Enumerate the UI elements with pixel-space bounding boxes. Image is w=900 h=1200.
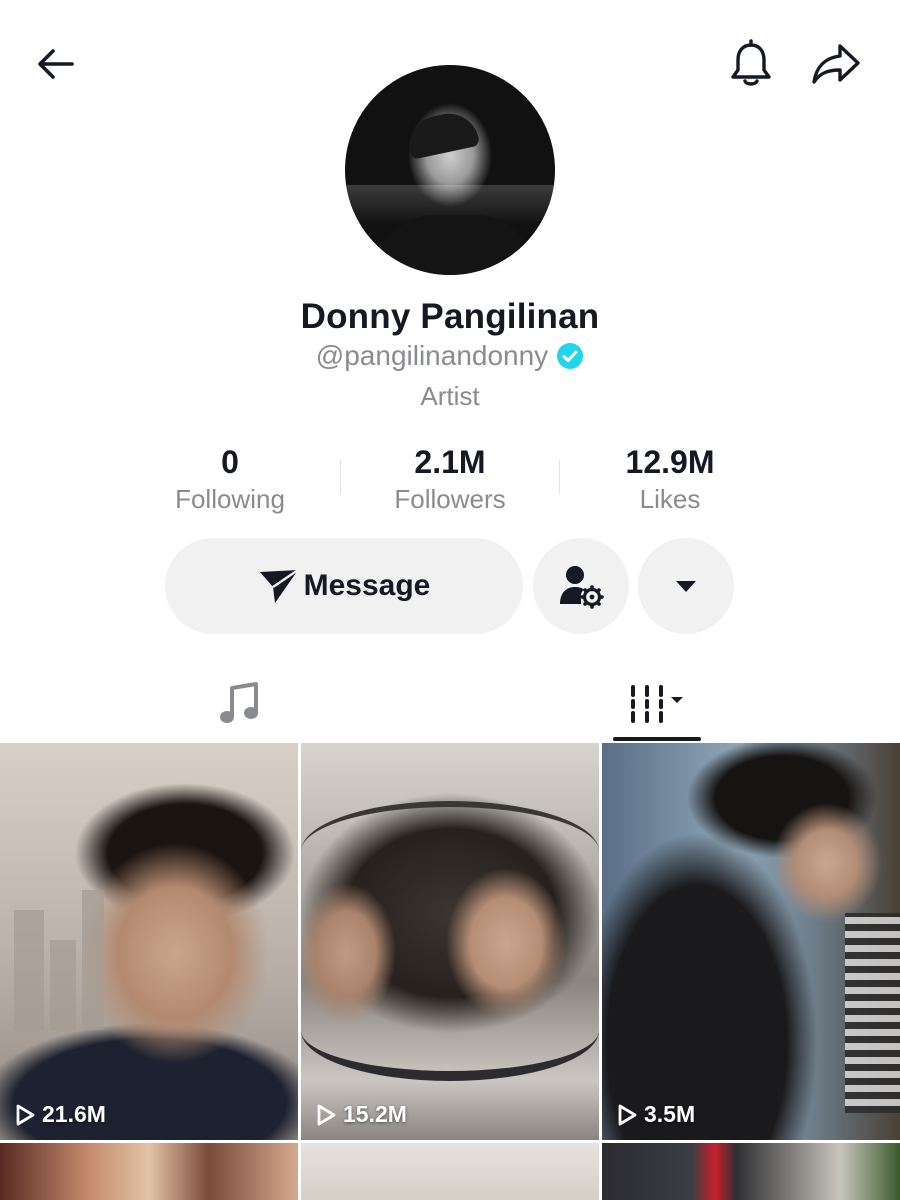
stat-divider — [559, 460, 560, 494]
profile-bio: Artist — [420, 381, 480, 411]
following-stat[interactable]: 0 Following — [130, 443, 330, 517]
video-grid: 21.6M 15.2M 3.5M — [0, 743, 900, 1200]
followers-label: Followers — [394, 484, 506, 514]
following-label: Following — [175, 484, 285, 514]
bell-icon — [731, 39, 771, 86]
more-dropdown-button[interactable] — [638, 538, 734, 634]
video-thumbnail[interactable]: 15.2M — [301, 743, 599, 1140]
back-arrow-icon — [38, 49, 74, 79]
thumbnail-building — [50, 940, 76, 1030]
notifications-button[interactable] — [725, 38, 777, 90]
back-button[interactable] — [30, 38, 82, 90]
avatar-hair — [403, 108, 481, 160]
tab-videos[interactable] — [612, 668, 702, 738]
share-arrow-icon — [812, 44, 860, 84]
video-thumbnail-partial[interactable] — [0, 1143, 298, 1200]
view-count: 15.2M — [315, 1101, 407, 1128]
followers-stat[interactable]: 2.1M Followers — [350, 443, 550, 517]
video-thumbnail[interactable]: 21.6M — [0, 743, 298, 1140]
video-thumbnail-partial[interactable] — [301, 1143, 599, 1200]
thumbnail-building — [82, 890, 104, 1030]
send-icon — [259, 569, 299, 603]
view-count: 3.5M — [616, 1101, 695, 1128]
video-thumbnail[interactable]: 3.5M — [602, 743, 900, 1140]
caret-down-icon — [676, 581, 696, 592]
verified-badge-icon — [557, 343, 584, 369]
view-count-text: 21.6M — [42, 1101, 106, 1127]
profile-name: Donny Pangilinan — [300, 297, 600, 336]
music-note-icon — [220, 682, 258, 723]
message-label: Message — [303, 569, 431, 602]
grid-filter-icon — [631, 685, 683, 723]
active-tab-indicator — [613, 737, 701, 741]
likes-stat[interactable]: 12.9M Likes — [570, 443, 770, 517]
view-count-text: 3.5M — [644, 1101, 696, 1127]
likes-label: Likes — [639, 484, 701, 514]
likes-count: 12.9M — [625, 444, 715, 480]
video-thumbnail-partial[interactable] — [602, 1143, 900, 1200]
view-count: 21.6M — [14, 1101, 106, 1128]
thumbnail-mirror — [301, 801, 599, 1081]
friend-settings-button[interactable] — [533, 538, 629, 634]
play-icon — [16, 1104, 35, 1125]
play-icon — [618, 1104, 637, 1125]
message-button[interactable]: Message — [165, 538, 523, 634]
tab-music[interactable] — [195, 668, 285, 738]
profile-page: Donny Pangilinan @pangilinandonny Artist… — [0, 0, 900, 1200]
user-settings-icon — [560, 566, 604, 609]
profile-avatar[interactable] — [345, 65, 555, 275]
stat-divider — [340, 460, 341, 494]
followers-count: 2.1M — [414, 444, 486, 480]
following-count: 0 — [221, 444, 239, 480]
profile-handle: @pangilinandonny — [315, 340, 549, 371]
share-button[interactable] — [810, 38, 862, 90]
view-count-text: 15.2M — [343, 1101, 407, 1127]
play-icon — [317, 1104, 336, 1125]
thumbnail-building — [14, 910, 44, 1030]
handle-row: @pangilinandonny — [0, 340, 900, 372]
thumbnail-striped-shirt — [845, 913, 900, 1113]
